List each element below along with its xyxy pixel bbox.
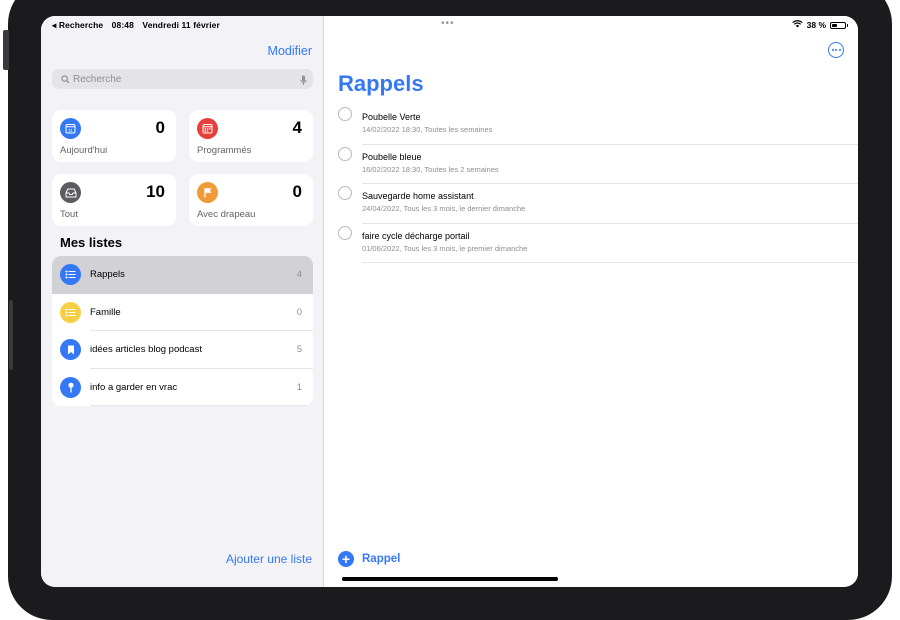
- microphone-icon[interactable]: [300, 73, 307, 91]
- home-indicator[interactable]: [342, 577, 558, 581]
- smart-list-today[interactable]: 11 0 Aujourd'hui: [52, 110, 176, 162]
- list-count: 1: [296, 381, 302, 393]
- completion-checkbox[interactable]: [338, 186, 352, 200]
- smart-list-label: Programmés: [197, 145, 252, 156]
- battery-icon: [830, 21, 848, 29]
- pin-icon: [60, 376, 81, 398]
- reminder-details: 24/04/2022, Tous les 3 mois, le dernier …: [362, 204, 526, 213]
- smart-list-count: 0: [292, 182, 302, 201]
- reminder-item: Poubelle bleue 16/02/2022 18:30, Toutes …: [338, 145, 858, 184]
- smart-list-count: 4: [292, 118, 302, 137]
- list-name: Rappels: [90, 269, 125, 281]
- list-name: info a garder en vrac: [90, 381, 178, 393]
- new-reminder-label: Rappel: [362, 553, 401, 565]
- smart-list-label: Aujourd'hui: [60, 145, 108, 156]
- reminder-details: 14/02/2022 18:30, Toutes les semaines: [362, 125, 493, 134]
- section-title-my-lists: Mes listes: [60, 235, 123, 250]
- list-icon: [60, 301, 81, 323]
- reminder-item: Poubelle Verte 14/02/2022 18:30, Toutes …: [338, 105, 858, 145]
- smart-list-label: Tout: [60, 209, 78, 220]
- more-options-icon[interactable]: [828, 42, 844, 58]
- row-divider: [90, 405, 313, 406]
- list-name: idées articles blog podcast: [90, 344, 202, 356]
- side-button: [9, 300, 13, 370]
- search-icon: [57, 74, 73, 84]
- new-reminder-button[interactable]: + Rappel: [338, 551, 400, 567]
- svg-text:11: 11: [68, 128, 73, 133]
- status-date: Vendredi 11 février: [142, 20, 220, 30]
- reminder-list: Poubelle Verte 14/02/2022 18:30, Toutes …: [338, 105, 858, 263]
- tray-icon: [60, 182, 81, 203]
- my-lists: Rappels 4 Famille 0 idées articles blog …: [52, 256, 313, 406]
- list-count: 0: [296, 306, 302, 318]
- reminder-title[interactable]: Poubelle bleue: [362, 152, 422, 162]
- list-item-info-a-garder[interactable]: info a garder en vrac 1: [52, 369, 313, 406]
- bookmark-icon: [60, 339, 81, 361]
- sidebar: Modifier 11 0 Aujourd'hui 4 Programmés: [41, 16, 324, 587]
- smart-list-count: 0: [155, 118, 165, 137]
- reminder-details: 16/02/2022 18:30, Toutes les 2 semaines: [362, 164, 499, 174]
- search-bar[interactable]: [52, 69, 313, 89]
- reminder-title[interactable]: Sauvegarde home assistant: [362, 191, 474, 201]
- reminder-title[interactable]: Poubelle Verte: [362, 112, 421, 122]
- completion-checkbox[interactable]: [338, 225, 352, 240]
- wifi-icon: [791, 20, 803, 30]
- back-to-search[interactable]: ◂ Recherche: [52, 20, 103, 30]
- battery-percent: 38 %: [806, 20, 826, 30]
- list-item-rappels[interactable]: Rappels 4: [52, 256, 313, 294]
- add-list-button[interactable]: Ajouter une liste: [226, 552, 312, 566]
- status-bar: ◂ Recherche 08:48 Vendredi 11 février ••…: [41, 16, 858, 34]
- page-title: Rappels: [338, 71, 424, 96]
- list-count: 5: [296, 344, 302, 356]
- list-icon: [60, 264, 81, 286]
- smart-list-flagged[interactable]: 0 Avec drapeau: [189, 174, 313, 226]
- completion-checkbox[interactable]: [338, 107, 352, 121]
- row-divider: [362, 262, 858, 263]
- plus-icon: +: [338, 551, 354, 567]
- search-input[interactable]: [73, 73, 283, 85]
- calendar-grid-icon: [197, 118, 218, 139]
- list-count: 4: [296, 269, 302, 281]
- flag-icon: [197, 182, 218, 203]
- reminder-details: 01/06/2022, Tous les 3 mois, le premier …: [362, 243, 528, 253]
- reminders-view: Rappels Poubelle Verte 14/02/2022 18:30,…: [324, 16, 858, 587]
- reminder-item: faire cycle décharge portail 01/06/2022,…: [338, 224, 858, 263]
- calendar-icon: 11: [60, 118, 81, 139]
- reminder-item: Sauvegarde home assistant 24/04/2022, To…: [338, 184, 858, 224]
- volume-button: [3, 30, 9, 70]
- edit-button[interactable]: Modifier: [268, 44, 312, 58]
- screen: ◂ Recherche 08:48 Vendredi 11 février ••…: [41, 16, 858, 587]
- reminder-title[interactable]: faire cycle décharge portail: [362, 231, 470, 241]
- completion-checkbox[interactable]: [338, 146, 352, 161]
- list-item-idees-articles[interactable]: idées articles blog podcast 5: [52, 331, 313, 369]
- multitasking-dots-icon[interactable]: •••: [441, 18, 455, 29]
- smart-list-scheduled[interactable]: 4 Programmés: [189, 110, 313, 162]
- smart-list-count: 10: [146, 182, 165, 201]
- list-item-famille[interactable]: Famille 0: [52, 294, 313, 331]
- smart-list-label: Avec drapeau: [197, 209, 256, 220]
- smart-list-all[interactable]: 10 Tout: [52, 174, 176, 226]
- list-name: Famille: [90, 306, 121, 318]
- status-time: 08:48: [111, 20, 134, 30]
